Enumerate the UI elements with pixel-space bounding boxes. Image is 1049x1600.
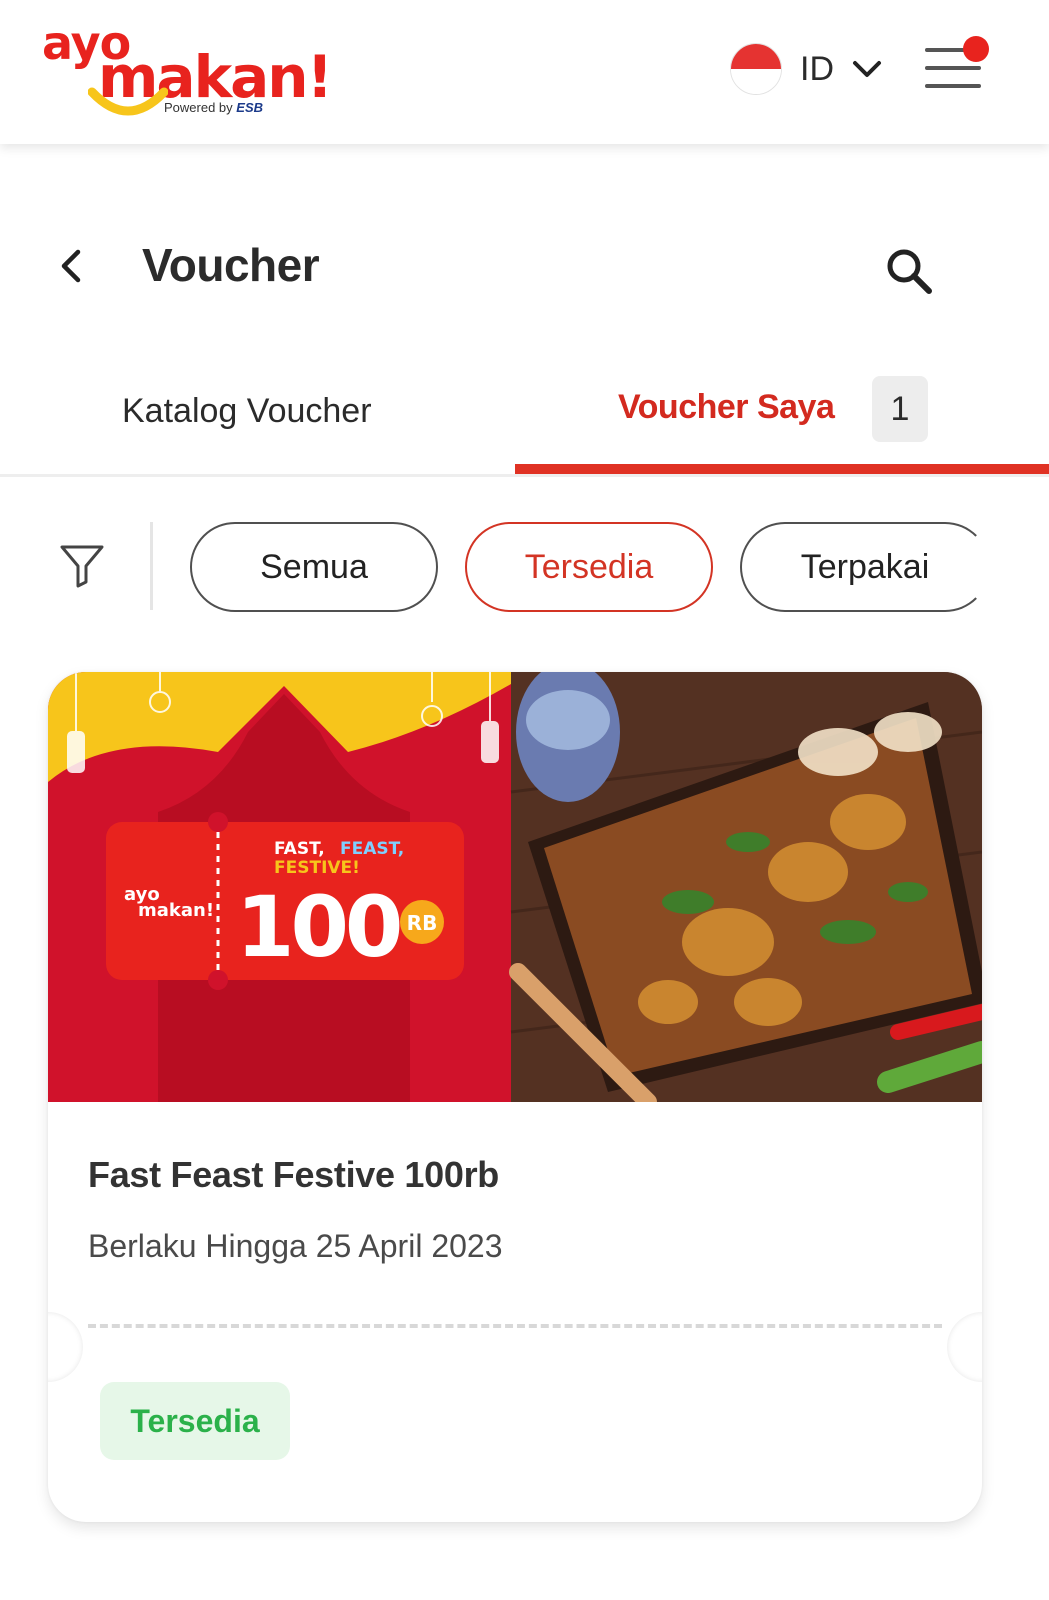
- language-selector[interactable]: ID: [730, 42, 882, 96]
- hamburger-line: [925, 66, 981, 70]
- tab-voucher-saya[interactable]: Voucher Saya: [618, 388, 835, 427]
- voucher-title: Fast Feast Festive 100rb: [88, 1154, 500, 1195]
- voucher-validity: Berlaku Hingga 25 April 2023: [88, 1228, 503, 1264]
- language-code: ID: [800, 49, 834, 88]
- page-title: Voucher: [142, 239, 320, 291]
- top-bar: ayo makan! Powered by ESB ID: [0, 0, 1049, 144]
- filter-icon[interactable]: [58, 542, 106, 590]
- partner-name: ESB: [236, 100, 264, 115]
- ticket-notch-left: [48, 1312, 83, 1382]
- ticket-notch-right: [947, 1312, 982, 1382]
- tab-katalog-voucher[interactable]: Katalog Voucher: [122, 392, 372, 431]
- voucher-count-badge: 1: [872, 376, 928, 442]
- logo-smile-icon: [88, 87, 168, 116]
- chevron-left-icon[interactable]: [52, 244, 92, 288]
- notification-dot: [963, 36, 989, 62]
- banner-amount: 100: [236, 878, 400, 976]
- voucher-card[interactable]: ayo makan! FAST, FEAST, FESTIVE! 100 RB: [48, 672, 982, 1522]
- voucher-banner-image: ayo makan! FAST, FEAST, FESTIVE! 100 RB: [48, 672, 982, 1102]
- filter-chip-terpakai[interactable]: Terpakai: [740, 522, 990, 612]
- active-tab-indicator: [515, 464, 1049, 474]
- powered-by-text: Powered by ESB: [164, 100, 263, 115]
- hamburger-line: [925, 84, 981, 88]
- flag-white-stripe: [731, 69, 781, 94]
- filter-chip-tersedia[interactable]: Tersedia: [465, 522, 713, 612]
- ticket-perforation: [88, 1324, 942, 1328]
- powered-by-label: Powered by: [164, 100, 233, 115]
- banner-headline-3: FESTIVE!: [274, 858, 360, 878]
- flag-red-stripe: [731, 44, 781, 69]
- search-icon[interactable]: [884, 246, 934, 296]
- filter-chip-semua[interactable]: Semua: [190, 522, 438, 612]
- banner-unit: RB: [407, 911, 438, 935]
- ayo-makan-logo[interactable]: ayo makan! Powered by ESB: [40, 14, 333, 126]
- banner-headline-1: FAST,: [274, 839, 325, 859]
- tab-divider: [0, 474, 1049, 477]
- hamburger-menu-button[interactable]: [920, 36, 992, 96]
- filter-separator: [150, 522, 153, 610]
- banner-brand-bottom: makan!: [138, 900, 214, 921]
- indonesia-flag-icon: [730, 43, 782, 95]
- voucher-status-badge: Tersedia: [100, 1382, 290, 1460]
- chevron-down-icon: [853, 61, 881, 77]
- banner-headline-2: FEAST,: [340, 839, 404, 859]
